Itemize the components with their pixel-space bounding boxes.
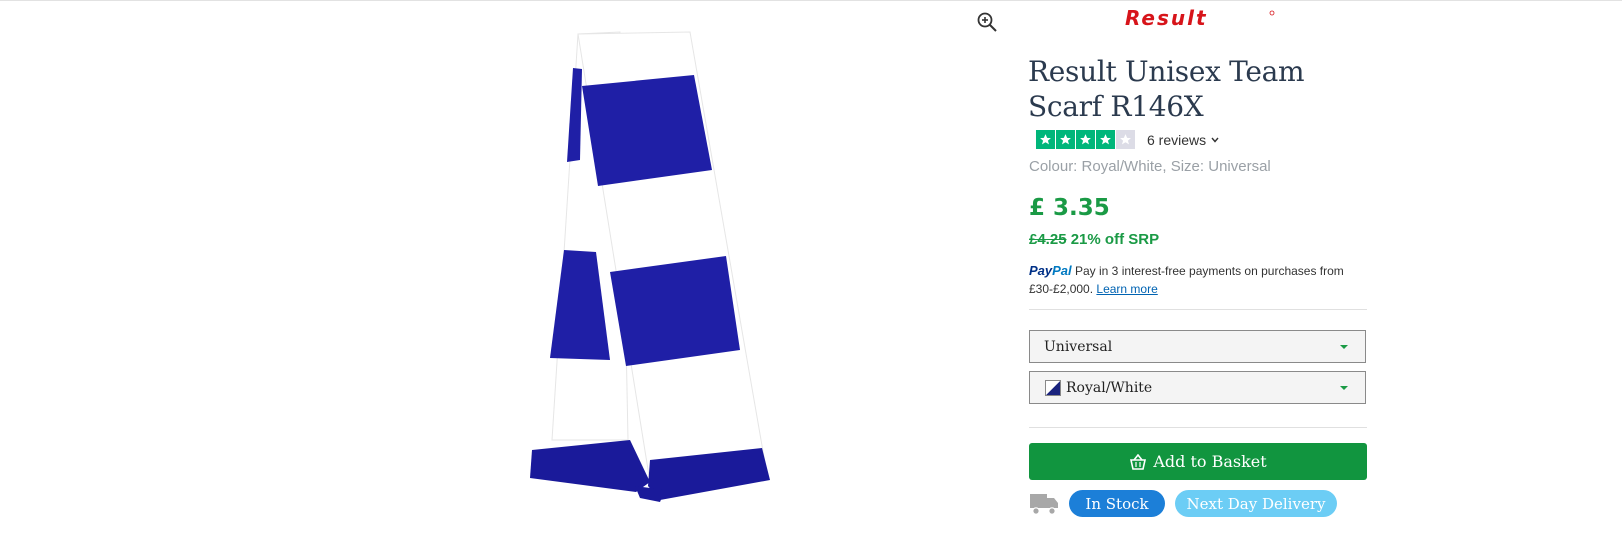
- next-day-delivery-badge: Next Day Delivery: [1175, 490, 1337, 517]
- add-to-basket-button[interactable]: Add to Basket: [1029, 443, 1367, 480]
- price: £ 3.35: [1029, 195, 1110, 221]
- divider: [1029, 309, 1367, 310]
- brand-logo[interactable]: Result: [1125, 6, 1275, 30]
- paypal-icon: PayPal: [1029, 263, 1072, 278]
- srp-discount: £4.25 21% off SRP: [1029, 231, 1159, 248]
- add-to-basket-label: Add to Basket: [1153, 452, 1267, 471]
- in-stock-badge: In Stock: [1069, 490, 1165, 517]
- size-select-value: Universal: [1044, 338, 1113, 355]
- star-icon: [1036, 130, 1055, 149]
- product-gallery: [0, 0, 1010, 535]
- star-icon: [1076, 130, 1095, 149]
- truck-icon: [1030, 494, 1058, 515]
- size-select[interactable]: Universal: [1029, 330, 1366, 363]
- trustpilot-stars: [1036, 130, 1135, 149]
- colour-select[interactable]: Royal/White: [1029, 371, 1366, 404]
- paypal-text: Pay in 3 interest-free payments on purch…: [1029, 264, 1344, 296]
- caret-down-icon: [1340, 386, 1348, 390]
- colour-select-value: Royal/White: [1066, 379, 1153, 396]
- rating-summary: 6 reviews: [1036, 130, 1220, 149]
- variant-info: Colour: Royal/White, Size: Universal: [1029, 158, 1271, 175]
- discount-label: 21% off SRP: [1070, 231, 1160, 248]
- product-title: Result Unisex Team Scarf R146X: [1028, 55, 1305, 123]
- colour-swatch-icon: [1045, 379, 1061, 396]
- star-empty-icon: [1116, 130, 1135, 149]
- reviews-link[interactable]: 6 reviews: [1147, 132, 1220, 148]
- old-price: £4.25: [1029, 231, 1067, 248]
- product-image[interactable]: [500, 20, 800, 510]
- zoom-in-icon[interactable]: [975, 10, 999, 34]
- star-icon: [1096, 130, 1115, 149]
- learn-more-link[interactable]: Learn more: [1096, 282, 1157, 296]
- svg-text:Result: Result: [1125, 6, 1208, 30]
- star-icon: [1056, 130, 1075, 149]
- chevron-down-icon: [1211, 137, 1219, 143]
- divider: [1029, 427, 1367, 428]
- paypal-message: PayPal Pay in 3 interest-free payments o…: [1029, 262, 1369, 298]
- reviews-count: 6 reviews: [1147, 131, 1207, 148]
- caret-down-icon: [1340, 345, 1348, 349]
- basket-icon: [1130, 453, 1147, 470]
